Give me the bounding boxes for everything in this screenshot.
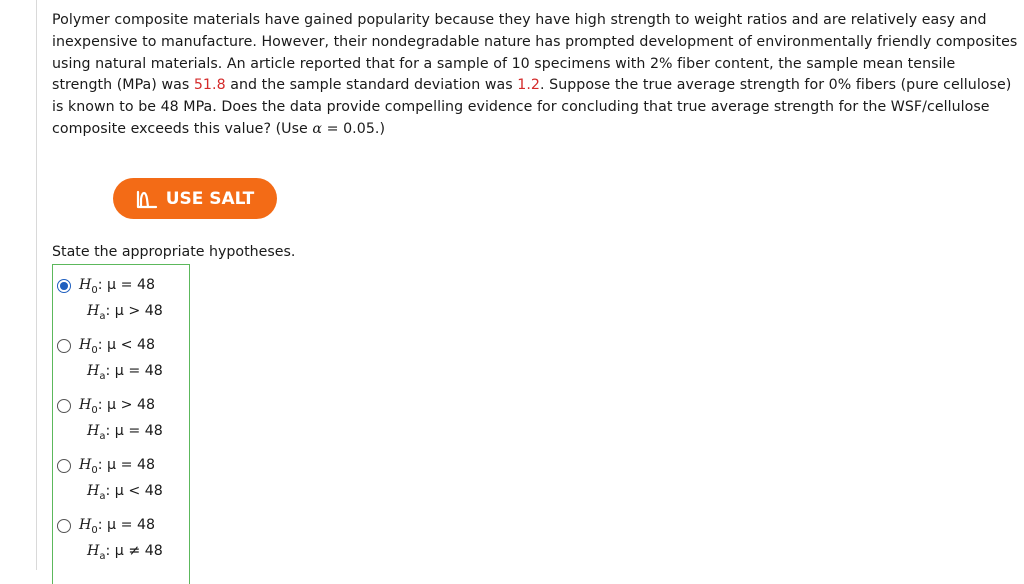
problem-text-part-4: = 0.05.) — [322, 120, 386, 137]
option-2-null: H0: μ < 48 — [79, 337, 155, 356]
h0-symbol: H — [79, 397, 92, 413]
ha-symbol: H — [87, 303, 100, 319]
use-salt-label: USE SALT — [165, 188, 255, 209]
h0-statement: : μ = 48 — [97, 457, 156, 473]
radio-button-selected[interactable] — [57, 279, 71, 293]
h0-symbol: H — [79, 337, 92, 353]
h0-symbol: H — [79, 277, 92, 293]
option-5-alt: Ha: μ ≠ 48 — [87, 543, 163, 562]
option-1[interactable]: H0: μ = 48 Ha: μ > 48 — [53, 269, 189, 325]
h0-statement: : μ > 48 — [97, 397, 156, 413]
ha-statement: : μ = 48 — [105, 363, 163, 379]
radio-button[interactable] — [57, 459, 71, 473]
hypotheses-options: H0: μ = 48 Ha: μ > 48 H0: μ < 48 Ha: μ =… — [52, 264, 190, 584]
option-4-alt: Ha: μ < 48 — [87, 483, 163, 502]
ha-statement: : μ ≠ 48 — [105, 543, 163, 559]
radio-button[interactable] — [57, 339, 71, 353]
h0-statement: : μ < 48 — [97, 337, 156, 353]
option-2[interactable]: H0: μ < 48 Ha: μ = 48 — [53, 329, 189, 385]
option-2-alt: Ha: μ = 48 — [87, 363, 163, 382]
option-5[interactable]: H0: μ = 48 Ha: μ ≠ 48 — [53, 509, 189, 565]
ha-statement: : μ > 48 — [105, 303, 163, 319]
option-3[interactable]: H0: μ > 48 Ha: μ = 48 — [53, 389, 189, 445]
problem-container: Polymer composite materials have gained … — [52, 10, 1018, 141]
option-5-null: H0: μ = 48 — [79, 517, 155, 536]
ha-symbol: H — [87, 363, 100, 379]
ha-statement: : μ < 48 — [105, 483, 163, 499]
option-3-null: H0: μ > 48 — [79, 397, 155, 416]
radio-button[interactable] — [57, 519, 71, 533]
problem-text: Polymer composite materials have gained … — [52, 10, 1018, 141]
left-divider — [36, 0, 37, 570]
h0-statement: : μ = 48 — [97, 517, 156, 533]
sample-sd-value: 1.2 — [517, 77, 541, 94]
ha-statement: : μ = 48 — [105, 423, 163, 439]
option-3-alt: Ha: μ = 48 — [87, 423, 163, 442]
option-1-null: H0: μ = 48 — [79, 277, 155, 296]
ha-symbol: H — [87, 543, 100, 559]
option-4-null: H0: μ = 48 — [79, 457, 155, 476]
radio-button[interactable] — [57, 399, 71, 413]
h0-symbol: H — [79, 517, 92, 533]
ha-symbol: H — [87, 483, 100, 499]
salt-chart-icon — [136, 190, 157, 208]
h0-symbol: H — [79, 457, 92, 473]
problem-text-part-2: and the sample standard deviation was — [225, 77, 518, 94]
h0-statement: : μ = 48 — [97, 277, 156, 293]
ha-symbol: H — [87, 423, 100, 439]
sample-mean-value: 51.8 — [193, 77, 226, 94]
option-4[interactable]: H0: μ = 48 Ha: μ < 48 — [53, 449, 189, 505]
use-salt-button[interactable]: USE SALT — [113, 178, 277, 219]
option-1-alt: Ha: μ > 48 — [87, 303, 163, 322]
hypotheses-prompt: State the appropriate hypotheses. — [52, 244, 296, 260]
alpha-symbol: α — [312, 120, 323, 137]
